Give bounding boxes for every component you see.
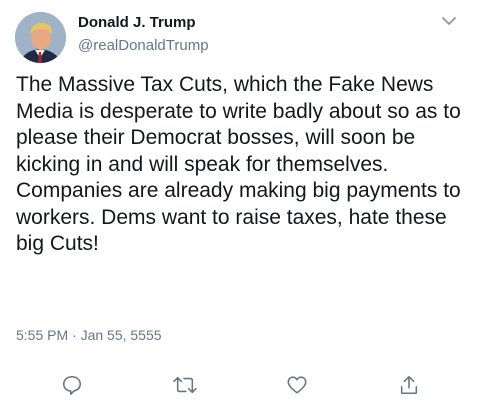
tweet-card: Donald J. Trump @realDonaldTrump The Mas… bbox=[0, 0, 480, 410]
reply-button[interactable] bbox=[59, 372, 85, 398]
tweet-timestamp[interactable]: 5:55 PM · Jan 55, 5555 bbox=[16, 327, 162, 343]
user-handle[interactable]: @realDonaldTrump bbox=[78, 37, 209, 54]
retweet-icon bbox=[173, 376, 197, 394]
reply-icon bbox=[62, 375, 82, 395]
retweet-button[interactable] bbox=[172, 372, 198, 398]
display-name[interactable]: Donald J. Trump bbox=[78, 14, 196, 31]
tweet-text: The Massive Tax Cuts, which the Fake New… bbox=[16, 73, 461, 255]
heart-icon bbox=[287, 376, 307, 394]
tweet-actions bbox=[0, 372, 480, 398]
share-icon bbox=[400, 375, 418, 395]
avatar[interactable] bbox=[15, 12, 66, 63]
chevron-down-icon[interactable] bbox=[440, 14, 458, 28]
share-button[interactable] bbox=[396, 372, 422, 398]
like-button[interactable] bbox=[284, 372, 310, 398]
